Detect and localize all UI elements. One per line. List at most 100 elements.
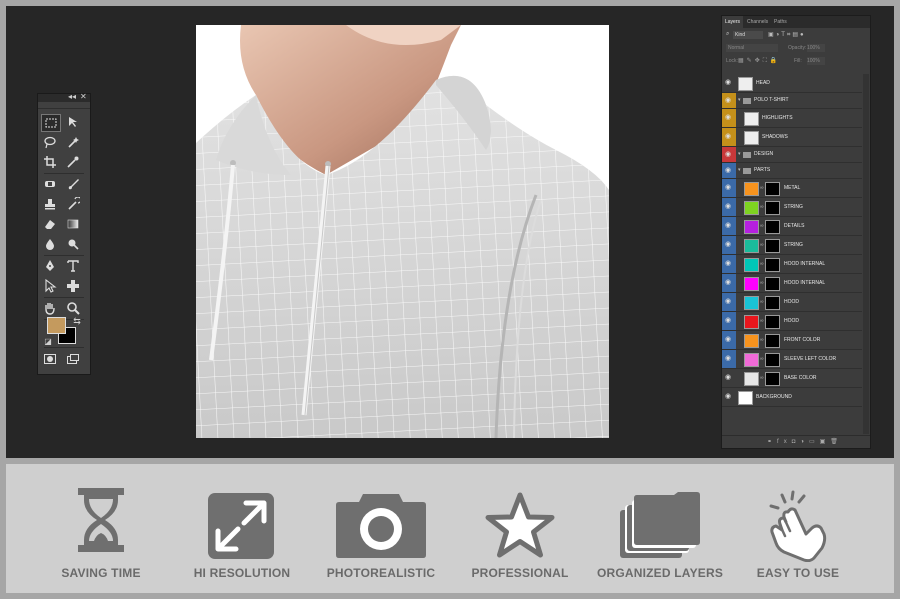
layer-row[interactable]: ◉ ▾ PARTS xyxy=(722,163,862,179)
layer-mask-thumbnail[interactable] xyxy=(765,239,780,253)
layer-mask-thumbnail[interactable] xyxy=(765,258,780,272)
eyedropper-tool-icon[interactable] xyxy=(64,154,82,170)
layer-visibility-toggle[interactable]: ◉ xyxy=(722,293,736,311)
layer-visibility-toggle[interactable]: ◉ xyxy=(722,147,736,162)
layer-row[interactable]: ◉ ∞ BASE COLOR xyxy=(722,369,862,388)
layer-row[interactable]: ◉ ∞ HOOD INTERNAL xyxy=(722,255,862,274)
link-icon[interactable]: ∞ xyxy=(760,236,764,254)
magic-wand-tool-icon[interactable] xyxy=(64,134,82,150)
layer-filter-bar[interactable]: ⌕ Kind ▣◑T⌗▤● xyxy=(724,31,864,41)
layer-visibility-toggle[interactable]: ◉ xyxy=(722,198,736,216)
link-icon[interactable]: ∞ xyxy=(760,217,764,235)
layer-color-thumbnail[interactable] xyxy=(744,277,759,291)
crop-tool-icon[interactable] xyxy=(41,154,59,170)
layer-thumbnail[interactable] xyxy=(738,391,753,405)
opacity-field[interactable]: 100% xyxy=(807,44,825,52)
link-icon[interactable]: ∞ xyxy=(760,331,764,349)
layer-visibility-toggle[interactable]: ◉ xyxy=(722,74,736,92)
link-icon[interactable]: ∞ xyxy=(760,293,764,311)
layer-visibility-toggle[interactable]: ◉ xyxy=(722,312,736,330)
filter-kind-select[interactable]: Kind xyxy=(733,31,763,39)
layer-visibility-toggle[interactable]: ◉ xyxy=(722,369,736,387)
layer-visibility-toggle[interactable]: ◉ xyxy=(722,109,736,127)
layer-visibility-toggle[interactable]: ◉ xyxy=(722,350,736,368)
layer-visibility-toggle[interactable]: ◉ xyxy=(722,388,736,406)
clone-stamp-tool-icon[interactable] xyxy=(41,196,59,212)
link-icon[interactable]: ∞ xyxy=(760,369,764,387)
quick-mask-icon[interactable] xyxy=(41,351,59,367)
layer-mask-thumbnail[interactable] xyxy=(765,182,780,196)
close-icon[interactable]: ✕ xyxy=(80,92,87,101)
dodge-tool-icon[interactable] xyxy=(64,236,82,252)
layer-mask-thumbnail[interactable] xyxy=(765,353,780,367)
link-icon[interactable]: ∞ xyxy=(760,274,764,292)
layer-row[interactable]: ◉ ∞ METAL xyxy=(722,179,862,198)
link-icon[interactable]: ∞ xyxy=(760,312,764,330)
layer-visibility-toggle[interactable]: ◉ xyxy=(722,128,736,146)
layer-mask-thumbnail[interactable] xyxy=(765,372,780,386)
layer-visibility-toggle[interactable]: ◉ xyxy=(722,255,736,273)
layer-color-thumbnail[interactable] xyxy=(744,220,759,234)
layer-mask-thumbnail[interactable] xyxy=(765,334,780,348)
layer-visibility-toggle[interactable]: ◉ xyxy=(722,217,736,235)
hand-tool-icon[interactable] xyxy=(41,300,59,316)
layer-visibility-toggle[interactable]: ◉ xyxy=(722,179,736,197)
layer-row[interactable]: ◉ BACKGROUND xyxy=(722,388,862,407)
eraser-tool-icon[interactable] xyxy=(41,216,59,232)
filter-type-icons[interactable]: ▣◑T⌗▤● xyxy=(768,31,806,39)
marquee-tool-icon[interactable] xyxy=(41,114,61,132)
tab-paths[interactable]: Paths xyxy=(771,16,790,28)
layers-panel-scrollbar[interactable] xyxy=(863,74,869,434)
layer-row[interactable]: ◉ ∞ STRING xyxy=(722,198,862,217)
foreground-color-swatch[interactable] xyxy=(47,317,66,334)
layer-color-thumbnail[interactable] xyxy=(744,315,759,329)
layer-row[interactable]: ◉ HIGHLIGHTS xyxy=(722,109,862,128)
gradient-tool-icon[interactable] xyxy=(64,216,82,232)
layer-thumbnail[interactable] xyxy=(738,77,753,91)
layer-row[interactable]: ◉ ∞ HOOD xyxy=(722,312,862,331)
link-icon[interactable]: ∞ xyxy=(760,198,764,216)
layer-row[interactable]: ◉ ∞ SLEEVE LEFT COLOR xyxy=(722,350,862,369)
tab-layers[interactable]: Layers xyxy=(722,16,744,28)
tools-panel-grip[interactable] xyxy=(38,102,90,109)
layer-visibility-toggle[interactable]: ◉ xyxy=(722,236,736,254)
layer-row[interactable]: ◉ ▾ DESIGN xyxy=(722,147,862,163)
layer-color-thumbnail[interactable] xyxy=(744,258,759,272)
custom-shape-tool-icon[interactable] xyxy=(64,278,82,294)
layer-footer-icons[interactable]: ⚭fx◘◑▭▣🗑 xyxy=(767,438,843,445)
group-expand-icon[interactable]: ▾ xyxy=(738,163,741,178)
blend-mode-select[interactable]: Normal xyxy=(726,44,778,52)
link-icon[interactable]: ∞ xyxy=(760,255,764,273)
move-tool-icon[interactable] xyxy=(64,114,82,130)
layer-mask-thumbnail[interactable] xyxy=(765,201,780,215)
collapse-icon[interactable]: ◂◂ xyxy=(68,92,76,101)
layer-visibility-toggle[interactable]: ◉ xyxy=(722,331,736,349)
layer-mask-thumbnail[interactable] xyxy=(765,296,780,310)
layer-row[interactable]: ◉ ∞ FRONT COLOR xyxy=(722,331,862,350)
layer-visibility-toggle[interactable]: ◉ xyxy=(722,274,736,292)
link-icon[interactable]: ∞ xyxy=(760,179,764,197)
layer-color-thumbnail[interactable] xyxy=(744,239,759,253)
layer-color-thumbnail[interactable] xyxy=(744,296,759,310)
layer-visibility-toggle[interactable]: ◉ xyxy=(722,163,736,178)
layer-thumbnail[interactable] xyxy=(744,112,759,126)
layer-mask-thumbnail[interactable] xyxy=(765,277,780,291)
layer-row[interactable]: ◉ ∞ HOOD INTERNAL xyxy=(722,274,862,293)
layer-row[interactable]: ◉ ▾ POLO T-SHIRT xyxy=(722,93,862,109)
history-brush-tool-icon[interactable] xyxy=(64,196,82,212)
layer-color-thumbnail[interactable] xyxy=(744,372,759,386)
screen-mode-icon[interactable] xyxy=(64,351,82,367)
healing-brush-tool-icon[interactable] xyxy=(41,176,59,192)
lock-icons[interactable]: ▦✎✥⛶🔒 xyxy=(738,57,780,65)
layer-color-thumbnail[interactable] xyxy=(744,201,759,215)
document-canvas[interactable] xyxy=(196,25,609,438)
layer-mask-thumbnail[interactable] xyxy=(765,315,780,329)
group-expand-icon[interactable]: ▾ xyxy=(738,147,741,162)
path-selection-tool-icon[interactable] xyxy=(41,278,59,294)
layer-color-thumbnail[interactable] xyxy=(744,182,759,196)
layer-mask-thumbnail[interactable] xyxy=(765,220,780,234)
fill-field[interactable]: 100% xyxy=(807,57,825,65)
layer-row[interactable]: ◉ ∞ DETAILS xyxy=(722,217,862,236)
blur-tool-icon[interactable] xyxy=(41,236,59,252)
swap-colors-icon[interactable]: ⇆ xyxy=(68,313,86,329)
